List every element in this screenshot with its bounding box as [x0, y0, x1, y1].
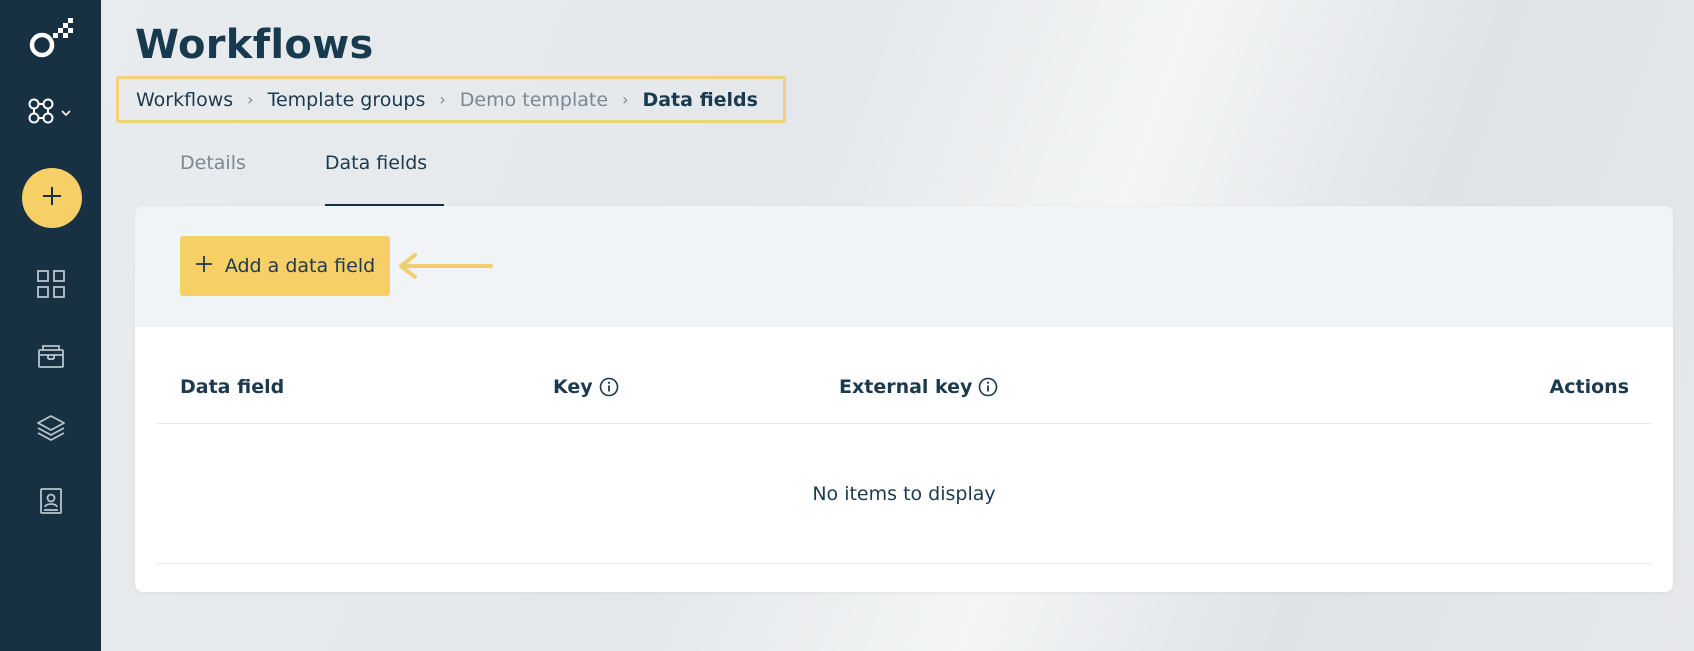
breadcrumb-demo-template[interactable]: Demo template — [460, 89, 608, 111]
tab-details[interactable]: Details — [163, 140, 263, 206]
column-label: External key — [839, 376, 973, 398]
column-header-external-key[interactable]: External key — [839, 376, 998, 398]
folder-icon[interactable] — [35, 340, 67, 372]
breadcrumb-workflows[interactable]: Workflows — [136, 89, 233, 111]
column-label: Data field — [180, 376, 285, 398]
card-toolbar: Add a data field — [135, 206, 1673, 327]
page-title: Workflows — [135, 22, 374, 68]
breadcrumb: Workflows › Template groups › Demo templ… — [116, 76, 786, 123]
tab-bar: Details Data fields — [163, 140, 445, 206]
chevron-down-icon — [60, 104, 72, 123]
contacts-icon[interactable] — [35, 485, 67, 517]
chevron-right-icon: › — [622, 90, 629, 109]
breadcrumb-data-fields: Data fields — [642, 88, 758, 111]
data-fields-card: Add a data field Data field Key External… — [135, 206, 1673, 592]
tab-data-fields[interactable]: Data fields — [308, 140, 445, 206]
column-label: Key — [553, 376, 593, 398]
sidebar — [0, 0, 101, 651]
plus-icon — [41, 185, 63, 211]
add-data-field-button[interactable]: Add a data field — [180, 236, 390, 296]
layers-icon[interactable] — [35, 412, 67, 444]
create-button[interactable] — [22, 168, 82, 228]
column-header-key[interactable]: Key — [553, 376, 619, 398]
logo-icon[interactable] — [27, 15, 77, 65]
breadcrumb-template-groups[interactable]: Template groups — [268, 89, 426, 111]
table-header: Data field Key External key Actions — [157, 356, 1651, 424]
chevron-right-icon: › — [439, 90, 446, 109]
arrow-left-icon — [399, 253, 493, 279]
empty-state: No items to display — [157, 424, 1651, 564]
modules-icon — [26, 96, 56, 130]
column-label: Actions — [1549, 376, 1629, 398]
info-icon[interactable] — [599, 377, 619, 397]
chevron-right-icon: › — [247, 90, 254, 109]
info-icon[interactable] — [978, 377, 998, 397]
column-header-actions: Actions — [1550, 376, 1629, 398]
dashboard-icon[interactable] — [35, 268, 67, 300]
column-header-data-field[interactable]: Data field — [180, 376, 284, 398]
add-data-field-label: Add a data field — [224, 255, 376, 277]
module-switcher[interactable] — [26, 95, 80, 131]
plus-icon — [195, 255, 213, 278]
